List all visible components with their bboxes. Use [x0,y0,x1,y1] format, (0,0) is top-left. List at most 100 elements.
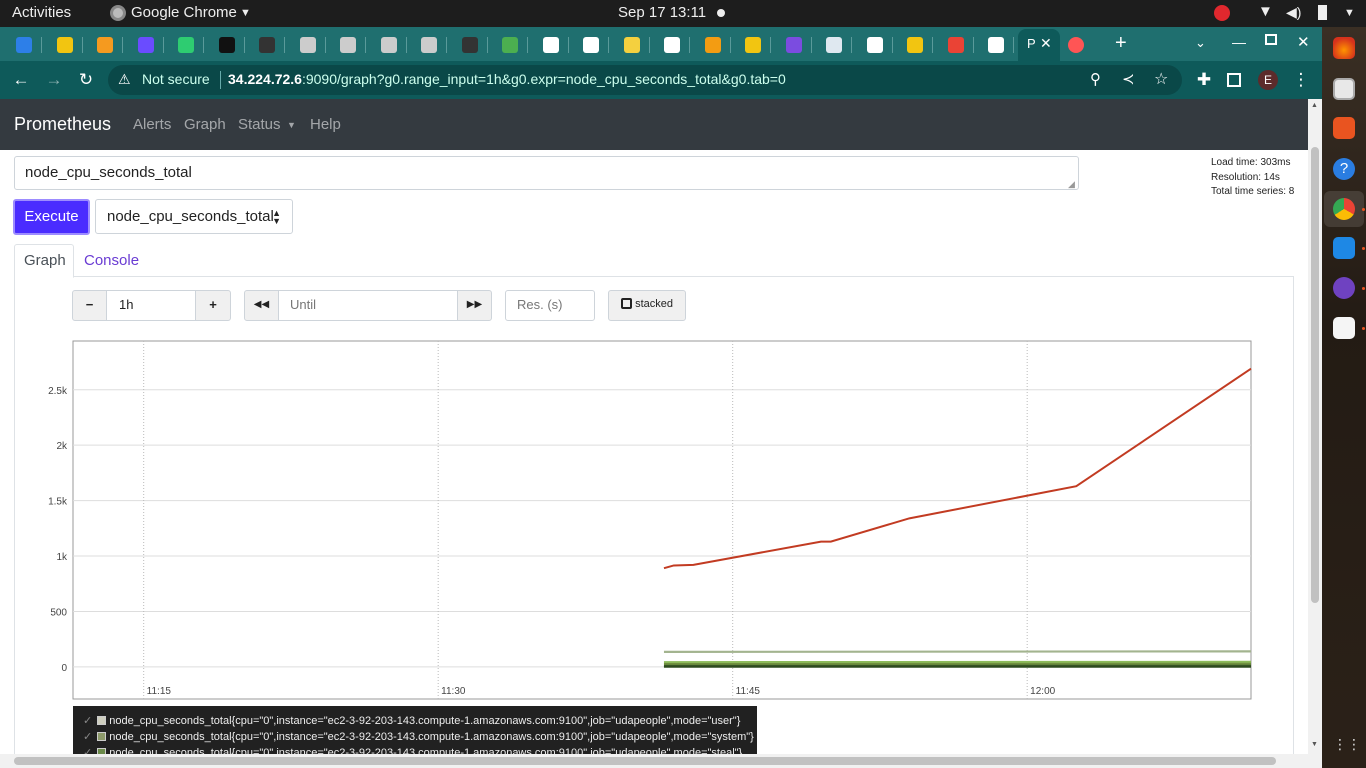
vertical-scrollbar[interactable]: ▲ ▼ [1308,99,1322,768]
tab-favicon[interactable] [866,37,883,53]
tab-favicon[interactable] [461,37,478,53]
metric-select[interactable]: node_cpu_seconds_total ▲ ▼ [95,199,293,234]
firefox-icon[interactable] [1333,37,1355,59]
battery-icon[interactable] [1318,5,1327,20]
horizontal-scrollbar[interactable] [0,754,1308,768]
tab-separator [365,37,366,53]
resize-handle-icon[interactable]: ◢ [1068,179,1075,190]
help-icon[interactable]: ? [1333,158,1355,180]
profile-avatar[interactable]: E [1258,70,1278,90]
tab-favicon[interactable] [704,37,721,53]
tab-favicon[interactable] [299,37,316,53]
vertical-scroll-thumb[interactable] [1311,147,1319,603]
tab-favicon[interactable] [988,37,1004,53]
forward-time-button[interactable]: ▶▶ [457,290,492,321]
tab-favicon[interactable] [178,37,194,53]
tab-favicon[interactable] [1068,37,1084,53]
tab-favicon[interactable] [583,37,599,53]
text-editor-icon[interactable] [1333,317,1355,339]
tab-separator [1013,37,1014,53]
tab-favicon[interactable] [947,37,964,53]
tab-favicon[interactable] [502,37,518,53]
tab-separator [162,37,164,53]
tab-close-icon[interactable]: ✕ [1040,35,1052,52]
files-icon[interactable] [1333,78,1355,100]
increase-range-button[interactable]: + [195,290,231,321]
select-arrows-icon: ▲ ▼ [272,208,281,226]
back-time-button[interactable]: ◀◀ [244,290,279,321]
notification-dot-icon [717,9,725,17]
url-text[interactable]: 34.224.72.6:9090/graph?g0.range_input=1h… [228,71,786,87]
legend-check-icon: ✓ [83,731,93,743]
back-icon[interactable]: ← [12,71,30,89]
vscode-icon[interactable] [1333,237,1355,259]
horizontal-scroll-thumb[interactable] [14,757,1276,765]
tab-favicon[interactable] [664,37,680,53]
clock[interactable]: Sep 17 13:11 [618,4,706,21]
tab-console[interactable]: Console [84,252,139,269]
tab-favicon[interactable] [137,37,154,53]
bookmark-star-icon[interactable]: ☆ [1154,69,1168,89]
maximize-icon[interactable] [1265,34,1277,45]
activities-button[interactable]: Activities [12,4,71,21]
nav-alerts[interactable]: Alerts [133,116,171,133]
side-panel-icon[interactable] [1227,73,1241,87]
software-icon[interactable] [1333,117,1355,139]
nav-status[interactable]: Status [238,116,281,133]
tab-favicon[interactable] [380,37,397,53]
scroll-up-icon[interactable]: ▲ [1311,102,1318,109]
decrease-range-button[interactable]: − [72,290,107,321]
graph-chart[interactable]: 0 500 1k 1.5k 2k 2.5k 11:15 11:30 11:45 12:00 [30,339,1270,707]
tab-search-icon[interactable]: ⌄ [1195,35,1206,51]
tab-favicon[interactable] [745,37,761,53]
chrome-menu-icon[interactable]: ⋮ [1292,71,1310,89]
execute-button[interactable]: Execute [13,199,90,235]
warning-icon[interactable]: ⚠ [118,71,131,88]
nav-help[interactable]: Help [310,116,341,133]
tab-favicon[interactable] [340,37,356,53]
resolution-input[interactable]: Res. (s) [505,290,595,321]
brand-link[interactable]: Prometheus [14,114,111,135]
extensions-icon[interactable]: ✚ [1195,71,1213,89]
until-input[interactable]: Until [278,290,458,321]
tab-favicon[interactable] [623,37,640,53]
security-label[interactable]: Not secure [142,71,210,87]
address-bar[interactable]: ⚠ Not secure 34.224.72.6:9090/graph?g0.r… [108,65,1182,95]
tab-favicon[interactable] [907,37,923,53]
tab-favicon[interactable] [826,37,842,53]
tab-favicon[interactable] [56,37,73,53]
scroll-down-icon[interactable]: ▼ [1311,741,1318,748]
active-tab-prometheus[interactable]: P ✕ [1018,29,1060,61]
tab-graph[interactable]: Graph [14,244,74,278]
chrome-icon[interactable] [1333,198,1355,220]
wifi-icon[interactable]: ▼ [1258,3,1274,20]
legend-item[interactable]: ✓ node_cpu_seconds_total{cpu="0",instance… [83,714,747,730]
volume-icon[interactable]: ◀) [1286,4,1302,20]
minimize-icon[interactable]: — [1232,34,1246,50]
range-input[interactable]: 1h [106,290,196,321]
legend-item[interactable]: ✓ node_cpu_seconds_total{cpu="0",instance… [83,730,754,746]
tab-favicon[interactable] [785,37,802,53]
zoom-icon[interactable]: ⚲ [1090,70,1101,88]
tab-favicon[interactable] [259,37,275,53]
tab-favicon[interactable] [218,37,235,53]
new-tab-button[interactable]: + [1115,32,1127,55]
reload-icon[interactable]: ↻ [77,71,95,89]
prometheus-navbar: Prometheus Alerts Graph Status ▼ Help [0,99,1308,150]
show-apps-icon[interactable]: ⋮⋮⋮ [1333,736,1366,758]
tab-favicon[interactable] [542,37,559,53]
forward-icon[interactable]: → [45,71,63,89]
system-menu-chevron-icon[interactable]: ▼ [1344,7,1355,19]
tab-favicon[interactable] [421,37,437,53]
tab-favicon[interactable] [97,37,113,53]
stacked-toggle[interactable]: stacked [608,290,686,321]
nav-graph[interactable]: Graph [184,116,226,133]
github-desktop-icon[interactable] [1333,277,1355,299]
running-indicator [1362,327,1365,330]
app-menu[interactable]: Google Chrome [131,4,237,21]
tab-separator [810,37,812,53]
expression-input[interactable]: node_cpu_seconds_total [14,156,1079,190]
tab-favicon[interactable] [16,37,32,53]
close-window-icon[interactable]: ✕ [1297,33,1310,51]
share-icon[interactable]: ≺ [1122,70,1135,88]
